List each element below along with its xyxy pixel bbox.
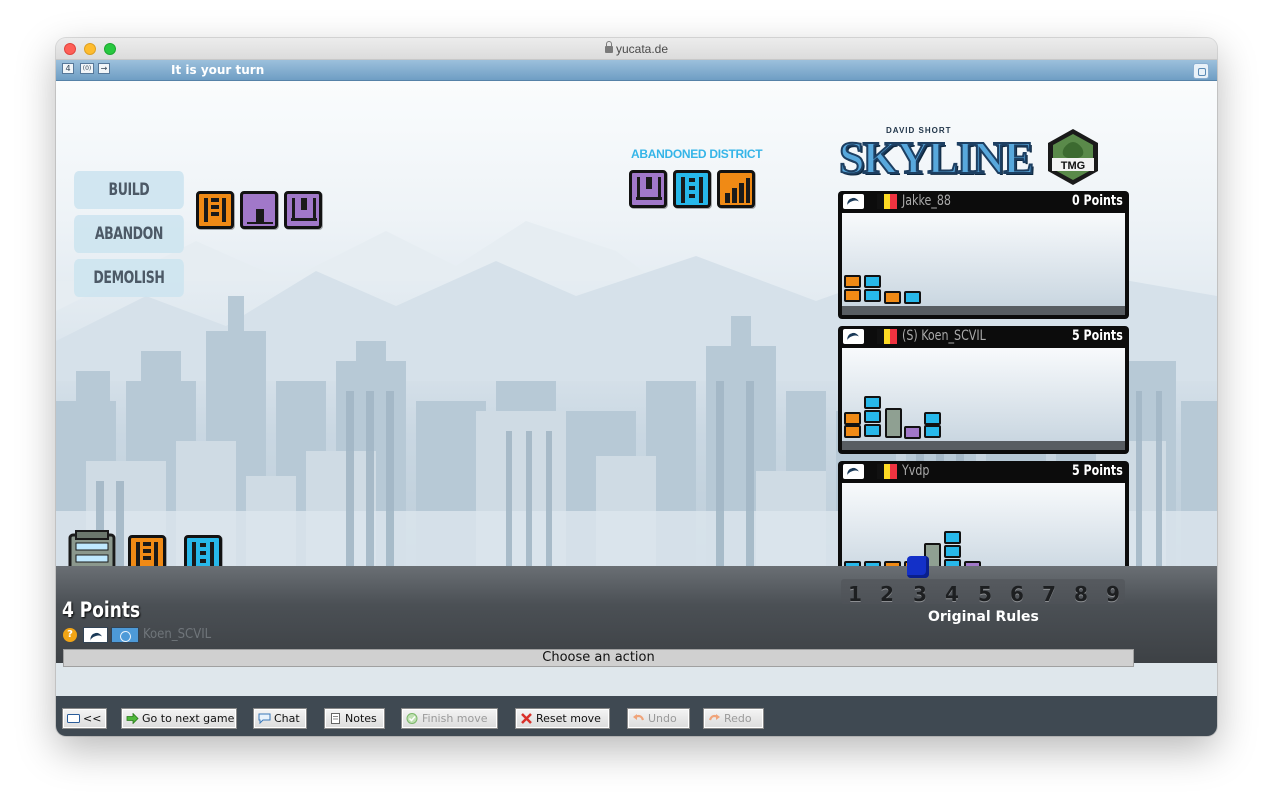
player-name[interactable]: Yvdp bbox=[902, 463, 929, 479]
next-game-button[interactable]: Go to next game bbox=[121, 708, 237, 729]
finish-move-label: Finish move bbox=[422, 712, 488, 725]
status-bar: Choose an action bbox=[63, 649, 1134, 667]
player-panel-jakke: Jakke_88 0 Points bbox=[838, 191, 1129, 319]
next-game-label: Go to next game bbox=[142, 712, 235, 725]
reset-move-label: Reset move bbox=[536, 712, 601, 725]
player-avatar-icon[interactable] bbox=[843, 464, 864, 479]
notes-label: Notes bbox=[345, 712, 377, 725]
score-track-number: 4 bbox=[945, 582, 959, 606]
belgium-flag-icon bbox=[877, 329, 898, 344]
abandon-button[interactable]: ABANDON bbox=[74, 215, 184, 253]
address-bar[interactable]: yucata.de bbox=[56, 41, 1217, 56]
notes-button[interactable]: Notes bbox=[324, 708, 385, 729]
score-track-number: 6 bbox=[1010, 582, 1024, 606]
arrow-right-icon bbox=[126, 713, 139, 724]
undo-icon bbox=[633, 714, 645, 721]
un-flag-icon bbox=[111, 627, 139, 643]
player-panel-koen: (S) Koen_SCVIL 5 Points bbox=[838, 326, 1129, 454]
demolish-button[interactable]: DEMOLISH bbox=[74, 259, 184, 297]
score-track-number: 5 bbox=[978, 582, 992, 606]
build-tile-orange[interactable] bbox=[196, 191, 234, 229]
tmg-text: TMG bbox=[1061, 160, 1085, 172]
my-player-name[interactable]: Koen_SCVIL bbox=[143, 627, 211, 642]
abandoned-tile-purple[interactable] bbox=[629, 170, 667, 208]
reset-x-icon bbox=[521, 713, 532, 724]
chat-label: Chat bbox=[274, 712, 300, 725]
score-track-number: 1 bbox=[848, 582, 862, 606]
round-marker-cube bbox=[907, 556, 929, 578]
score-track-number: 9 bbox=[1106, 582, 1120, 606]
redo-icon bbox=[708, 714, 720, 721]
arrow-right-icon[interactable]: → bbox=[98, 63, 110, 74]
player-avatar-icon[interactable] bbox=[83, 627, 108, 643]
fullscreen-icon[interactable] bbox=[1193, 63, 1209, 79]
player-avatar-icon[interactable] bbox=[843, 329, 864, 344]
url-text: yucata.de bbox=[615, 42, 669, 56]
monitor-icon bbox=[67, 714, 80, 723]
my-points: 4 Points bbox=[62, 598, 141, 622]
belgium-flag-icon bbox=[877, 464, 898, 479]
bottom-toolbar: << Go to next game Chat Notes Finish mov… bbox=[56, 696, 1217, 736]
player-panel-header: Yvdp 5 Points bbox=[838, 461, 1129, 482]
player-city bbox=[842, 348, 1125, 450]
player-panel-header: Jakke_88 0 Points bbox=[838, 191, 1129, 212]
chat-icon bbox=[258, 713, 271, 724]
round-info-icon[interactable]: (0) bbox=[80, 63, 94, 74]
notes-icon bbox=[331, 713, 340, 724]
players-count-icon[interactable]: 4 bbox=[62, 63, 74, 74]
back-button[interactable]: << bbox=[62, 708, 107, 729]
player-avatar-icon[interactable] bbox=[843, 194, 864, 209]
player-points: 0 Points bbox=[1072, 193, 1123, 209]
undo-label: Undo bbox=[648, 712, 677, 725]
abandoned-district-label: ABANDONED DISTRICT bbox=[631, 147, 763, 161]
player-points: 5 Points bbox=[1072, 463, 1123, 479]
back-button-label: << bbox=[83, 712, 102, 725]
game-board: BUILD ABANDON DEMOLISH ABANDONED DISTRIC… bbox=[56, 81, 1217, 626]
score-track-number: 2 bbox=[880, 582, 894, 606]
abandoned-tile-orange[interactable] bbox=[717, 170, 755, 208]
browser-titlebar: yucata.de bbox=[56, 38, 1217, 60]
finish-move-button[interactable]: Finish move bbox=[401, 708, 498, 729]
abandoned-tile-blue[interactable] bbox=[673, 170, 711, 208]
player-name[interactable]: (S) Koen_SCVIL bbox=[902, 328, 986, 344]
rules-label: Original Rules bbox=[928, 609, 1039, 625]
reset-move-button[interactable]: Reset move bbox=[515, 708, 610, 729]
build-tile-purple[interactable] bbox=[240, 191, 278, 229]
redo-label: Redo bbox=[724, 712, 752, 725]
build-tile-purple-2[interactable] bbox=[284, 191, 322, 229]
player-city bbox=[842, 213, 1125, 315]
turn-message: It is your turn bbox=[171, 63, 265, 77]
build-button[interactable]: BUILD bbox=[74, 171, 184, 209]
help-icon[interactable]: ? bbox=[63, 628, 77, 642]
score-track-number: 7 bbox=[1042, 582, 1056, 606]
tmg-logo: TMG bbox=[1048, 129, 1098, 185]
player-panel-header: (S) Koen_SCVIL 5 Points bbox=[838, 326, 1129, 347]
player-points: 5 Points bbox=[1072, 328, 1123, 344]
lock-icon bbox=[604, 41, 613, 53]
undo-button[interactable]: Undo bbox=[627, 708, 690, 729]
redo-button[interactable]: Redo bbox=[703, 708, 764, 729]
score-track-number: 3 bbox=[913, 582, 927, 606]
player-name[interactable]: Jakke_88 bbox=[902, 193, 951, 209]
chat-button[interactable]: Chat bbox=[253, 708, 307, 729]
checkmark-icon bbox=[406, 713, 418, 724]
turn-bar: 4 (0) → It is your turn bbox=[56, 60, 1217, 81]
skyline-logo: SKYLINE bbox=[838, 131, 1035, 184]
score-track-number: 8 bbox=[1074, 582, 1088, 606]
belgium-flag-icon bbox=[877, 194, 898, 209]
browser-window: yucata.de 4 (0) → It is your turn BUILD … bbox=[56, 38, 1217, 736]
